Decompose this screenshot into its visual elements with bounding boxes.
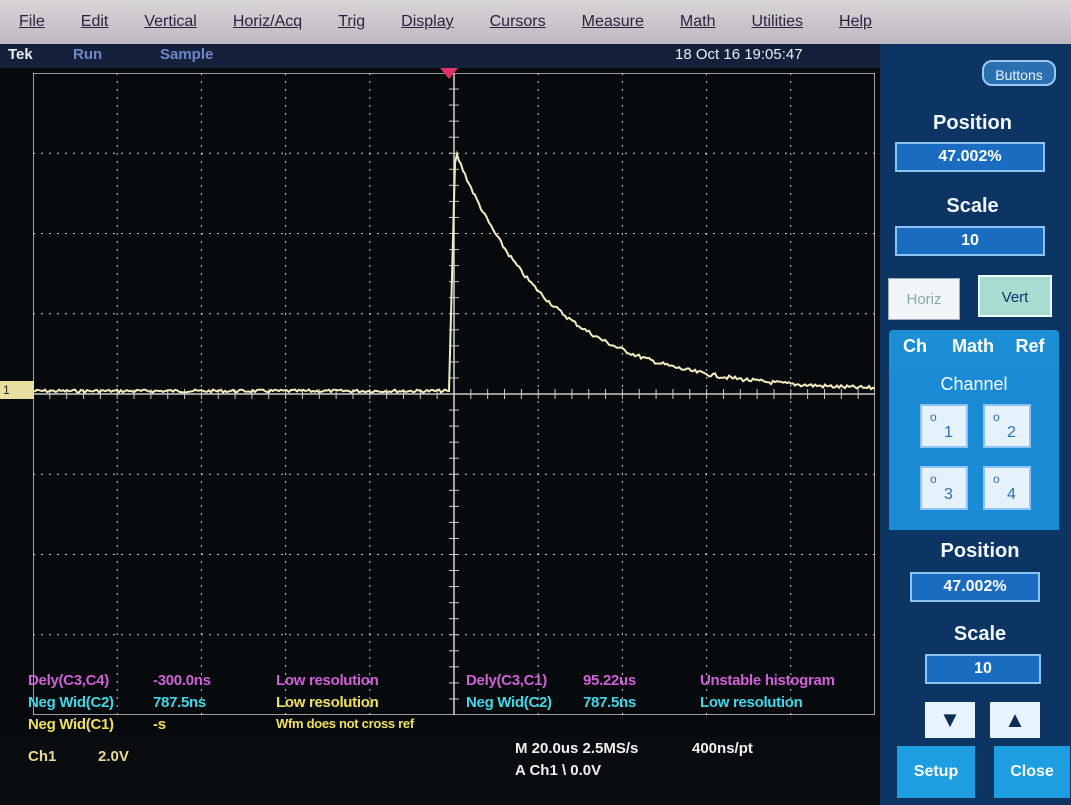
menu-measure[interactable]: Measure xyxy=(563,13,661,31)
menu-cursors[interactable]: Cursors xyxy=(471,13,563,31)
readout-l2-value: 787.5ns xyxy=(153,694,206,711)
resolution-readout: 400ns/pt xyxy=(692,740,753,757)
position-field[interactable]: 47.002% xyxy=(895,142,1045,172)
readout-r1-value: 95.22us xyxy=(583,672,636,689)
run-state: Run xyxy=(73,46,103,63)
channel-tab-group: Ch Math Ref Channel xyxy=(889,330,1059,530)
readout-l3-note: Wfm does not cross ref xyxy=(276,716,414,731)
vert-button[interactable]: Vert xyxy=(978,275,1052,317)
close-button[interactable]: Close xyxy=(994,746,1070,798)
channel-3-label: 3 xyxy=(944,486,953,503)
channel-2-button[interactable]: o2 xyxy=(983,404,1031,448)
readout-l1-label: Dely(C3,C4) xyxy=(28,672,109,689)
menu-trig[interactable]: Trig xyxy=(319,13,382,31)
status-bar: Tek Run Sample 18 Oct 16 19:05:47 xyxy=(0,44,880,68)
menu-file[interactable]: File xyxy=(0,13,62,31)
ch1-volts[interactable]: 2.0V xyxy=(98,748,129,765)
position2-title: Position xyxy=(940,540,1020,562)
readout-r1-note: Unstable histogram xyxy=(700,672,835,689)
timebase-readout[interactable]: M 20.0us 2.5MS/s xyxy=(515,740,638,757)
channel1-ground-marker[interactable]: 1 xyxy=(0,381,34,399)
menu-help[interactable]: Help xyxy=(820,13,889,31)
ch1-label[interactable]: Ch1 xyxy=(28,748,56,765)
horiz-button[interactable]: Horiz xyxy=(888,278,960,320)
menu-utilities[interactable]: Utilities xyxy=(732,13,820,31)
bottom-status: Ch1 2.0V M 20.0us 2.5MS/s 400ns/pt A Ch1… xyxy=(0,740,880,805)
up-arrow-icon[interactable]: ▲ xyxy=(990,702,1040,738)
date-time: 18 Oct 16 19:05:47 xyxy=(675,46,803,63)
scale-title: Scale xyxy=(946,195,999,217)
buttons-button[interactable]: Buttons xyxy=(982,60,1056,86)
trigger-readout[interactable]: A Ch1 \ 0.0V xyxy=(515,762,601,779)
setup-button[interactable]: Setup xyxy=(897,746,975,798)
readout-l3-label: Neg Wid(C1) xyxy=(28,716,114,733)
channel-4-label: 4 xyxy=(1007,486,1016,503)
scale2-title: Scale xyxy=(953,623,1007,645)
menu-horizacq[interactable]: Horiz/Acq xyxy=(214,13,319,31)
menu-edit[interactable]: Edit xyxy=(62,13,126,31)
readout-r2-value: 787.5ns xyxy=(583,694,636,711)
readout-l3-value: -s xyxy=(153,716,166,733)
channel-4-button[interactable]: o4 xyxy=(983,466,1031,510)
readout-l1-value: -300.0ns xyxy=(153,672,211,689)
readout-l1-note: Low resolution xyxy=(276,672,379,689)
readout-r2-label: Neg Wid(C2) xyxy=(466,694,552,711)
graticule xyxy=(33,73,875,715)
position-title: Position xyxy=(933,112,1012,134)
channel-1-button[interactable]: o1 xyxy=(920,404,968,448)
tab-math[interactable]: Math xyxy=(945,336,1001,357)
menu-display[interactable]: Display xyxy=(382,13,470,31)
measurement-readouts: Dely(C3,C4) -300.0ns Low resolution Neg … xyxy=(0,666,880,741)
tab-ref[interactable]: Ref xyxy=(1009,336,1051,357)
readout-r2-note: Low resolution xyxy=(700,694,803,711)
trigger-position-icon[interactable] xyxy=(440,68,458,79)
readout-l2-label: Neg Wid(C2) xyxy=(28,694,114,711)
menu-math[interactable]: Math xyxy=(661,13,733,31)
down-arrow-icon[interactable]: ▼ xyxy=(925,702,975,738)
menu-vertical[interactable]: Vertical xyxy=(125,13,213,31)
brand-label: Tek xyxy=(8,46,33,63)
scale-field[interactable]: 10 xyxy=(895,226,1045,256)
position2-field[interactable]: 47.002% xyxy=(910,572,1040,602)
acq-mode: Sample xyxy=(160,46,214,63)
readout-l2-note: Low resolution xyxy=(276,694,379,711)
channel-3-button[interactable]: o3 xyxy=(920,466,968,510)
channel-2-label: 2 xyxy=(1007,424,1016,441)
menu-bar: File Edit Vertical Horiz/Acq Trig Display Curs… xyxy=(0,0,1071,44)
channel-1-label: 1 xyxy=(944,424,953,441)
readout-r1-label: Dely(C3,C1) xyxy=(466,672,547,689)
channel-title: Channel xyxy=(940,374,1008,394)
scale2-field[interactable]: 10 xyxy=(925,654,1041,684)
tab-ch[interactable]: Ch xyxy=(895,336,935,357)
